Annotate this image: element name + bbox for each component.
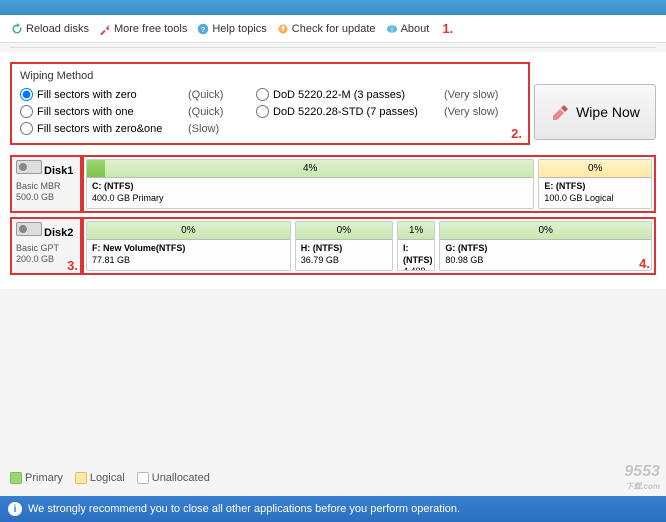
part-c-size: 400.0 GB Primary	[92, 193, 164, 203]
part-g-size: 80.98 GB	[445, 255, 483, 265]
speed-slow: (Slow)	[188, 123, 248, 135]
radio-zero-label: Fill sectors with zero	[37, 89, 137, 101]
part-g-pct: 0%	[538, 225, 552, 236]
radio-fill-one[interactable]: Fill sectors with one	[20, 105, 180, 118]
legend-unallocated: Unallocated	[137, 472, 210, 484]
eraser-icon	[550, 102, 570, 122]
disk1-partitions: 4% C: (NTFS) 400.0 GB Primary 0% E: (NTFS…	[82, 155, 656, 213]
legend-primary: Primary	[10, 472, 63, 484]
title-bar	[0, 0, 666, 15]
info-icon: i	[8, 502, 22, 516]
part-i-name: I: (NTFS)	[403, 243, 433, 265]
part-c-pct: 4%	[303, 163, 317, 174]
part-f-size: 77.81 GB	[92, 255, 130, 265]
part-h-size: 36.79 GB	[301, 255, 339, 265]
update-label: Check for update	[292, 23, 376, 35]
partition-g[interactable]: 0% G: (NTFS) 80.98 GB	[439, 221, 652, 271]
separator	[10, 47, 656, 48]
part-e-pct: 0%	[588, 163, 602, 174]
disk2-type: Basic GPT	[16, 243, 59, 253]
disk2-name: Disk2	[44, 227, 73, 239]
disk-icon	[16, 160, 42, 174]
wiping-title: Wiping Method	[20, 70, 520, 82]
part-f-name: F: New Volume(NTFS)	[92, 243, 185, 253]
part-e-name: E: (NTFS)	[544, 181, 585, 191]
wipe-now-label: Wipe Now	[576, 104, 640, 120]
part-g-name: G: (NTFS)	[445, 243, 487, 253]
wiping-method-panel: Wiping Method Fill sectors with zero (Qu…	[10, 62, 530, 145]
part-f-pct: 0%	[181, 225, 195, 236]
tools-icon	[99, 23, 111, 35]
update-button[interactable]: Check for update	[274, 23, 379, 35]
about-icon: i	[386, 23, 398, 35]
refresh-icon	[11, 23, 23, 35]
partition-e[interactable]: 0% E: (NTFS) 100.0 GB Logical	[538, 159, 652, 209]
disks-area: Disk1 Basic MBR500.0 GB 4% C: (NTFS) 400.…	[10, 151, 656, 275]
radio-dod28[interactable]: DoD 5220.28-STD (7 passes)	[256, 105, 436, 118]
about-label: About	[401, 23, 430, 35]
about-button[interactable]: i About	[383, 23, 433, 35]
partition-h[interactable]: 0% H: (NTFS) 36.79 GB	[295, 221, 393, 271]
part-i-size: 4.409 GB	[403, 266, 426, 271]
annotation-1: 1.	[442, 21, 453, 36]
disk2-partitions: 0% F: New Volume(NTFS) 77.81 GB 0% H: (NT…	[82, 217, 656, 275]
radio-fill-zero[interactable]: Fill sectors with zero	[20, 88, 180, 101]
part-i-pct: 1%	[409, 225, 423, 236]
partition-f[interactable]: 0% F: New Volume(NTFS) 77.81 GB	[86, 221, 291, 271]
disk1-type: Basic MBR	[16, 181, 61, 191]
disk1-header[interactable]: Disk1 Basic MBR500.0 GB	[10, 155, 82, 213]
toolbar: Reload disks More free tools ? Help topi…	[0, 15, 666, 43]
tools-label: More free tools	[114, 23, 187, 35]
radio-one-label: Fill sectors with one	[37, 106, 134, 118]
more-tools-button[interactable]: More free tools	[96, 23, 190, 35]
legend-logical: Logical	[75, 472, 125, 484]
disk2-size: 200.0 GB	[16, 254, 54, 264]
help-icon: ?	[197, 23, 209, 35]
speed-vslow-1: (Very slow)	[444, 89, 524, 101]
part-e-size: 100.0 GB Logical	[544, 193, 613, 203]
speed-quick-1: (Quick)	[188, 89, 248, 101]
partition-i[interactable]: 1% I: (NTFS)4.409 GB	[397, 221, 435, 271]
speed-quick-2: (Quick)	[188, 106, 248, 118]
svg-text:i: i	[391, 27, 392, 33]
disk-icon	[16, 222, 42, 236]
status-text: We strongly recommend you to close all o…	[28, 503, 460, 515]
radio-dod22[interactable]: DoD 5220.22-M (3 passes)	[256, 88, 436, 101]
svg-text:?: ?	[201, 25, 206, 34]
radio-dod28-label: DoD 5220.28-STD (7 passes)	[273, 106, 418, 118]
radio-dod22-label: DoD 5220.22-M (3 passes)	[273, 89, 405, 101]
wipe-now-button[interactable]: Wipe Now	[534, 84, 656, 140]
radio-zeroone-label: Fill sectors with zero&one	[37, 123, 162, 135]
help-label: Help topics	[212, 23, 266, 35]
part-h-pct: 0%	[337, 225, 351, 236]
disk2-header[interactable]: Disk2 Basic GPT200.0 GB 3.	[10, 217, 82, 275]
reload-disks-button[interactable]: Reload disks	[8, 23, 92, 35]
legend: Primary Logical Unallocated	[10, 472, 210, 484]
help-button[interactable]: ? Help topics	[194, 23, 269, 35]
partition-c[interactable]: 4% C: (NTFS) 400.0 GB Primary	[86, 159, 534, 209]
radio-fill-zeroone[interactable]: Fill sectors with zero&one	[20, 122, 180, 135]
part-c-name: C: (NTFS)	[92, 181, 134, 191]
part-h-name: H: (NTFS)	[301, 243, 343, 253]
watermark: 9553下载.com	[624, 463, 660, 492]
speed-vslow-2: (Very slow)	[444, 106, 524, 118]
status-bar: i We strongly recommend you to close all…	[0, 496, 666, 522]
reload-label: Reload disks	[26, 23, 89, 35]
disk1-size: 500.0 GB	[16, 192, 54, 202]
update-icon	[277, 23, 289, 35]
disk1-name: Disk1	[44, 165, 73, 177]
